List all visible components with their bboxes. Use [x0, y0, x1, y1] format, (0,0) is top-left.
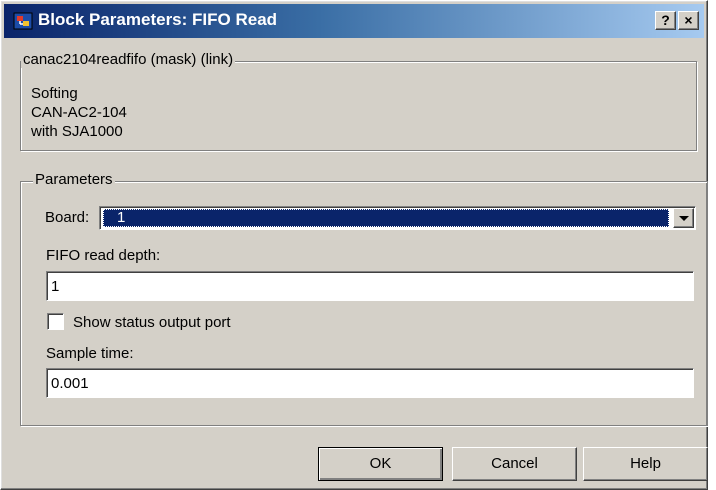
fifo-read-depth-input[interactable]: 1: [46, 271, 694, 301]
description-line-2: CAN-AC2-104: [31, 104, 127, 121]
window-title: Block Parameters: FIFO Read: [38, 10, 278, 29]
ok-button[interactable]: OK: [318, 447, 443, 481]
show-status-label: Show status output port: [73, 314, 231, 331]
question-icon[interactable]: ?: [655, 11, 676, 30]
close-icon[interactable]: ×: [678, 11, 699, 30]
board-select-value: 1: [103, 209, 669, 227]
description-line-3: with SJA1000: [31, 123, 123, 140]
sample-time-input[interactable]: 0.001: [46, 368, 694, 398]
title-bar[interactable]: Block Parameters: FIFO Read ? ×: [4, 4, 704, 38]
cancel-mnemonic: C: [491, 455, 502, 472]
fifo-read-depth-label: FIFO read depth:: [46, 247, 161, 264]
parameters-group-legend: Parameters: [33, 171, 115, 188]
mask-group-legend: canac2104readfifo (mask) (link): [21, 51, 236, 68]
help-mnemonic: H: [630, 455, 641, 472]
ok-label-rest: K: [381, 455, 392, 472]
show-status-checkbox[interactable]: [47, 313, 64, 330]
dialog-window: Block Parameters: FIFO Read ? × canac210…: [0, 0, 708, 490]
sample-time-label: Sample time:: [46, 345, 134, 362]
help-label-rest: elp: [640, 455, 661, 472]
chevron-down-icon[interactable]: [673, 208, 694, 228]
help-button[interactable]: Help: [583, 447, 708, 481]
board-label: Board:: [45, 209, 90, 226]
board-select[interactable]: 1: [99, 206, 696, 230]
simulink-block-icon: [13, 12, 33, 30]
ok-mnemonic: O: [369, 455, 382, 472]
cancel-label-rest: ancel: [501, 455, 538, 472]
description-line-1: Softing: [31, 85, 78, 102]
cancel-button[interactable]: Cancel: [452, 447, 577, 481]
